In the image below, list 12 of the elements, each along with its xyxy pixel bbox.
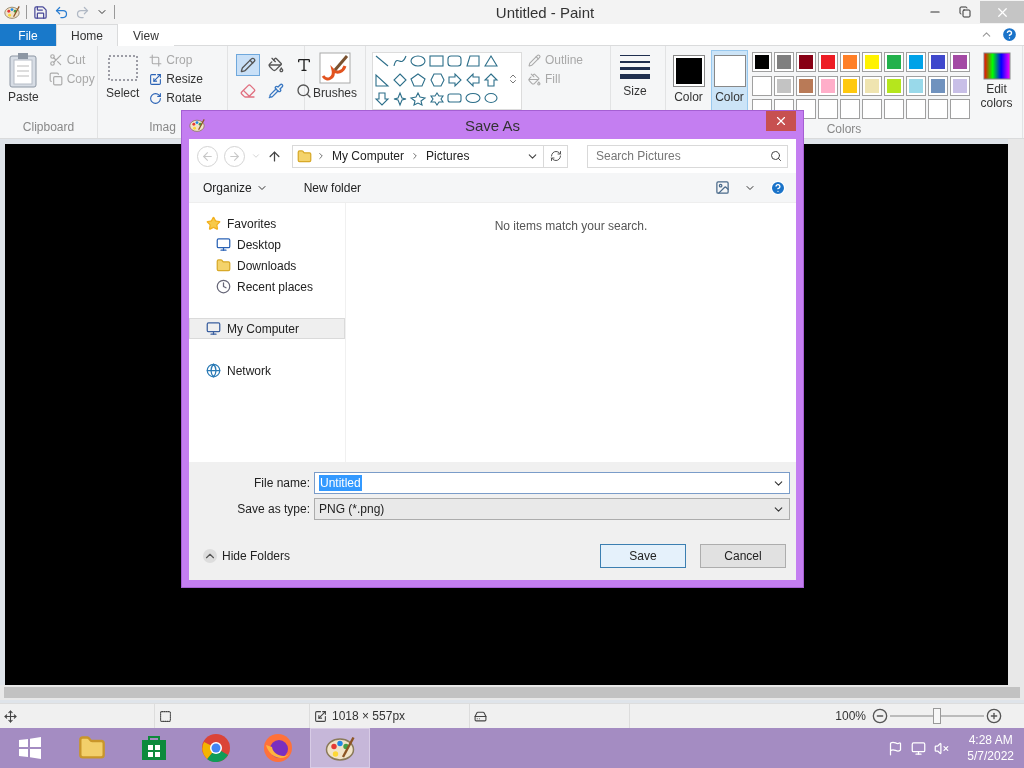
empty-message: No items match your search. (494, 219, 648, 235)
field-label: File name: (252, 476, 311, 490)
dialog-title: Save As (463, 116, 521, 134)
group-label: Imag (149, 120, 176, 134)
clock-time: 4:28 AM (968, 732, 1013, 748)
canvas-dimensions: 1018 × 557px (332, 709, 406, 723)
window-title: Untitled - Paint (494, 3, 596, 21)
group-label: Colors (825, 122, 863, 138)
zoom-level: 100% (835, 709, 866, 723)
field-label: Save as type: (236, 502, 311, 516)
group-label: Clipboard (21, 120, 76, 136)
clock-date: 5/7/2022 (967, 748, 1014, 764)
